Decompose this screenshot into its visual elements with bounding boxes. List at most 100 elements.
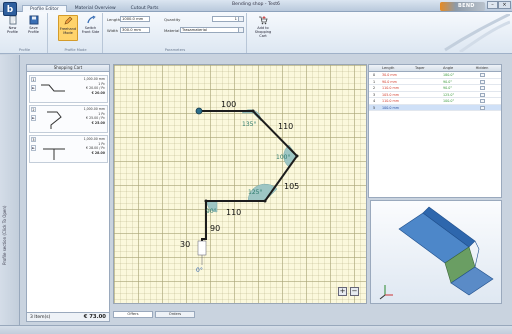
- row-hidden[interactable]: [467, 85, 497, 91]
- minimize-button[interactable]: –: [487, 1, 498, 9]
- row-angle[interactable]: 180.0°: [439, 72, 467, 78]
- group-label-parameters: Parameters: [164, 48, 186, 52]
- row-taper[interactable]: [415, 105, 439, 111]
- length-label-110[interactable]: 110: [278, 122, 293, 131]
- switch-front-side-label: Switch Front Side: [81, 26, 100, 34]
- status-bar: [0, 325, 512, 334]
- row-length[interactable]: 90.0 mm: [379, 79, 415, 85]
- cart-item[interactable]: 3 ► 1,000.00 mm 1 Pc € 28.00 / Pc € 28.0…: [29, 135, 108, 163]
- hidden-checkbox[interactable]: [479, 92, 485, 97]
- shopping-cart-panel: Shopping Cart 1 ► 1,000.00 mm 1 Pc € 20.…: [26, 64, 110, 322]
- column-header-length[interactable]: Length: [379, 65, 415, 71]
- vertex-handle[interactable]: [204, 199, 208, 203]
- new-profile-label: New Profile: [7, 26, 18, 34]
- row-index: 2: [372, 86, 376, 90]
- tab-offers[interactable]: Offers: [113, 311, 153, 318]
- tab-orders[interactable]: Orders: [155, 311, 195, 318]
- hidden-checkbox[interactable]: [479, 99, 485, 103]
- row-angle[interactable]: [439, 105, 467, 111]
- profile-section-sidebar[interactable]: Profile section (Click To Open): [0, 55, 20, 325]
- column-header-angle[interactable]: Angle: [439, 65, 467, 71]
- vertex-handle[interactable]: [263, 199, 267, 203]
- ribbon: New Profile Save Profile Profile Freehan…: [0, 12, 512, 54]
- row-taper[interactable]: [415, 79, 439, 85]
- angle-label-135[interactable]: 135°: [242, 121, 256, 128]
- angle-label-100[interactable]: 100°: [276, 154, 290, 161]
- length-input[interactable]: 1000.0 mm: [120, 16, 150, 22]
- close-button[interactable]: ×: [498, 1, 511, 9]
- switch-front-side-button[interactable]: Switch Front Side: [81, 15, 100, 34]
- table-row[interactable]: 5 100.0 mm: [369, 104, 501, 111]
- hidden-checkbox[interactable]: [479, 86, 485, 90]
- row-length[interactable]: 30.0 mm: [379, 72, 415, 78]
- row-length[interactable]: 110.0 mm: [379, 85, 415, 91]
- row-length[interactable]: 105.0 mm: [379, 92, 415, 98]
- profile-line[interactable]: [199, 110, 299, 255]
- row-taper[interactable]: [415, 72, 439, 78]
- row-hidden[interactable]: [467, 92, 497, 98]
- material-value: Trasamaterial: [182, 28, 208, 32]
- row-angle[interactable]: 90.0°: [439, 79, 467, 85]
- ribbon-group-cart: Add to Shopping Cart: [248, 13, 278, 53]
- row-angle[interactable]: 125.0°: [439, 92, 467, 98]
- row-taper[interactable]: [415, 85, 439, 91]
- hidden-checkbox[interactable]: [479, 73, 485, 77]
- row-hidden[interactable]: [467, 72, 497, 78]
- 3d-preview[interactable]: [370, 200, 502, 304]
- row-hidden[interactable]: [467, 79, 497, 85]
- quantity-stepper[interactable]: 1: [212, 16, 244, 22]
- vertex-handle[interactable]: [251, 109, 255, 113]
- hidden-checkbox[interactable]: [479, 79, 485, 84]
- width-label: Width: [107, 28, 119, 33]
- row-hidden[interactable]: [467, 98, 497, 104]
- app-menu-button[interactable]: b: [3, 2, 17, 16]
- angle-label-90[interactable]: 90°: [206, 208, 217, 215]
- add-to-cart-label: Add to Shopping Cart: [254, 26, 272, 38]
- zoom-out-button[interactable]: −: [350, 287, 359, 296]
- ribbon-swoosh-decoration: [444, 14, 510, 52]
- vertex-handle[interactable]: [295, 154, 299, 158]
- switch-side-icon: [86, 15, 96, 24]
- add-to-cart-button[interactable]: Add to Shopping Cart: [252, 15, 274, 38]
- profile-drawing-canvas[interactable]: 100 110 105 110 90 30 135° 100° 125° 90°…: [113, 64, 367, 304]
- row-taper[interactable]: [415, 98, 439, 104]
- cart-item-expand-icon[interactable]: ►: [31, 115, 36, 121]
- length-label-105[interactable]: 105: [284, 182, 299, 191]
- length-label-100[interactable]: 100: [221, 100, 236, 109]
- table-body: 0 30.0 mm 180.0° 1 90.0 mm 90.0° 2 110.0 mm 90.0…: [369, 72, 501, 111]
- row-index: 0: [372, 73, 376, 77]
- chevron-down-icon[interactable]: [238, 28, 243, 32]
- angle-label-0[interactable]: 0°: [196, 267, 203, 274]
- angle-label-125[interactable]: 125°: [248, 189, 262, 196]
- cart-item[interactable]: 2 ► 1,000.00 mm 1 Pc € 25.00 / Pc € 25.0…: [29, 105, 108, 133]
- row-angle[interactable]: 100.0°: [439, 98, 467, 104]
- cart-item-expand-icon[interactable]: ►: [31, 85, 36, 91]
- save-profile-button[interactable]: Save Profile: [25, 15, 42, 34]
- cart-item[interactable]: 1 ► 1,000.00 mm 1 Pc € 20.00 / Pc € 20.0…: [29, 75, 108, 103]
- profile-thumbnail: [47, 111, 62, 129]
- column-header-hidden[interactable]: Hidden: [467, 65, 497, 71]
- new-profile-button[interactable]: New Profile: [4, 15, 21, 34]
- length-label-110-b[interactable]: 110: [226, 208, 241, 217]
- cart-item-expand-icon[interactable]: ►: [31, 145, 36, 151]
- row-hidden[interactable]: [467, 105, 497, 111]
- length-label: Length: [107, 17, 121, 22]
- freehand-mode-button[interactable]: Freehand Mode: [58, 15, 78, 41]
- row-length[interactable]: 100.0 mm: [379, 105, 415, 111]
- row-length[interactable]: 110.0 mm: [379, 98, 415, 104]
- length-label-90[interactable]: 90: [210, 224, 220, 233]
- zoom-in-button[interactable]: +: [338, 287, 347, 296]
- width-input[interactable]: 300.0 mm: [120, 27, 150, 33]
- material-select[interactable]: Trasamaterial: [180, 27, 244, 33]
- ribbon-group-profile-mode: Freehand Mode Switch Front Side Profile …: [49, 13, 103, 53]
- cart-item-price: € 20.00: [91, 90, 105, 95]
- 3d-profile-model: [379, 206, 494, 300]
- row-angle[interactable]: 90.0°: [439, 85, 467, 91]
- length-label-30[interactable]: 30: [180, 240, 190, 249]
- column-header-taper[interactable]: Taper: [415, 65, 439, 71]
- hidden-checkbox[interactable]: [479, 105, 485, 110]
- table-header: Length Taper Angle Hidden: [369, 65, 501, 72]
- stepper-arrows-icon[interactable]: [238, 17, 243, 21]
- row-taper[interactable]: [415, 92, 439, 98]
- profile-start-handle[interactable]: [195, 107, 203, 115]
